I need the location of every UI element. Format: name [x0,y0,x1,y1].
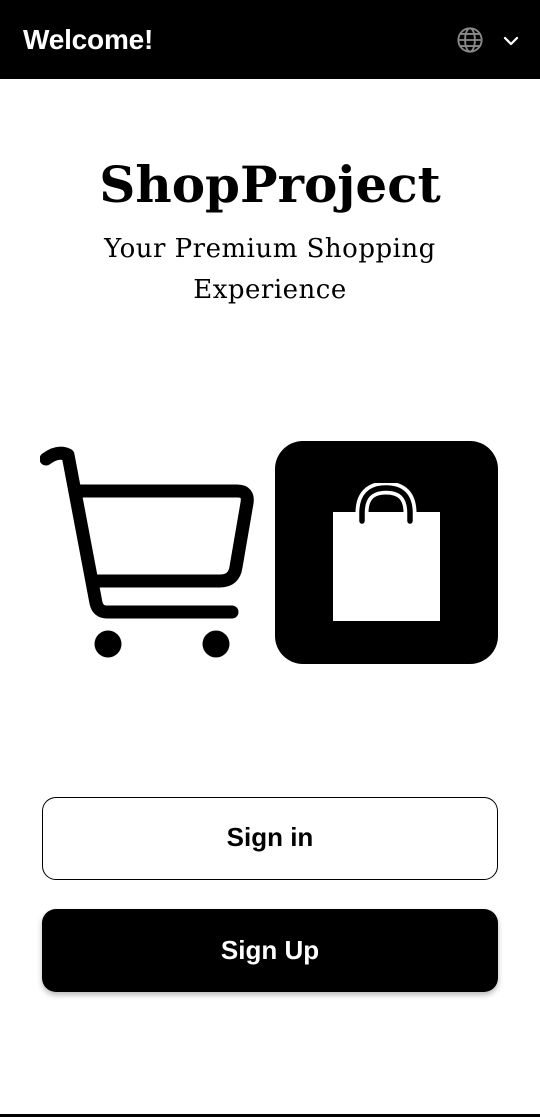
sign-in-button[interactable]: Sign in [42,797,498,880]
shopping-bag-tile [275,441,498,664]
chevron-down-icon [503,36,519,46]
app-bar: Welcome! [0,0,540,79]
language-selector[interactable] [448,20,532,60]
brand-title: ShopProject [99,155,441,214]
shopping-cart-icon [40,446,254,658]
globe-icon [457,27,483,53]
shopping-bag-icon [333,483,440,621]
page-title: Welcome! [23,24,154,55]
brand-tagline: Your Premium Shopping Experience [104,234,436,305]
sign-up-button[interactable]: Sign Up [42,909,498,992]
